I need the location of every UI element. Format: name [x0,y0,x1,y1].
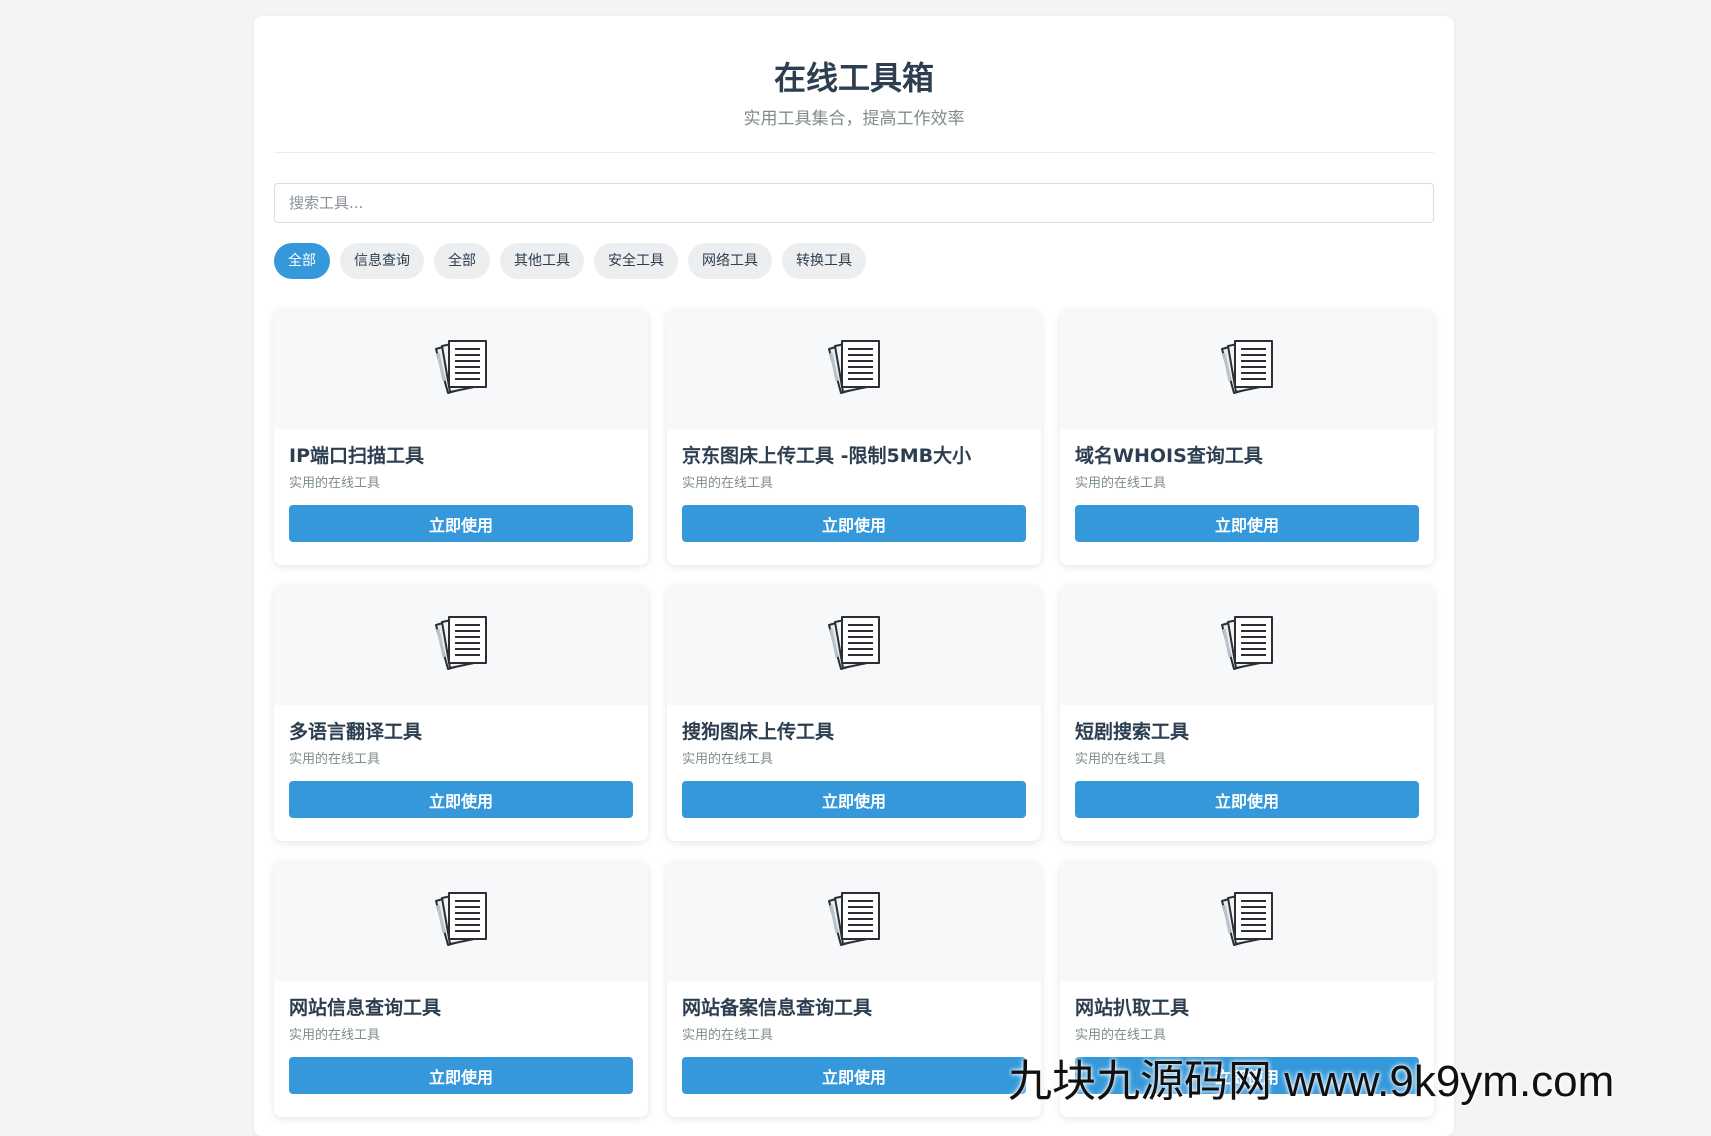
tool-card[interactable]: IP端口扫描工具 实用的在线工具 立即使用 [274,309,648,565]
card-thumbnail [274,861,648,981]
tool-title: 网站信息查询工具 [289,997,442,1019]
page-title: 在线工具箱 [773,59,934,97]
category-filters: 全部 信息查询 全部 其他工具 安全工具 网络工具 转换工具 [274,243,1434,279]
tool-card[interactable]: 搜狗图床上传工具 实用的在线工具 立即使用 [667,585,1041,841]
page-subtitle: 实用工具集合，提高工作效率 [743,109,965,129]
documents-icon [430,613,492,677]
card-body: 域名WHOIS查询工具 实用的在线工具 立即使用 [1060,429,1434,542]
main-container: 在线工具箱 实用工具集合，提高工作效率 全部信息查询全部其他工具安全工具网络工具… [254,16,1454,1136]
filter-chip[interactable]: 安全工具 [594,243,678,279]
tool-card[interactable]: 多语言翻译工具 实用的在线工具 立即使用 [274,585,648,841]
documents-icon [1216,337,1278,401]
documents-icon [823,613,885,677]
watermark: 九块九源码网 www.9k9ym.com [1008,1057,1615,1106]
card-body: 搜狗图床上传工具 实用的在线工具 立即使用 [667,705,1041,818]
tool-card[interactable]: 域名WHOIS查询工具 实用的在线工具 立即使用 [1060,309,1434,565]
tool-card[interactable]: 京东图床上传工具 -限制5MB大小 实用的在线工具 立即使用 [667,309,1041,565]
card-body: 网站备案信息查询工具 实用的在线工具 立即使用 [667,981,1041,1094]
use-now-button[interactable]: 立即使用 [1075,781,1419,818]
documents-icon [1216,889,1278,953]
search-input[interactable] [274,183,1434,223]
filter-chip[interactable]: 全部 [274,243,330,279]
card-thumbnail [667,585,1041,705]
card-body: 短剧搜索工具 实用的在线工具 立即使用 [1060,705,1434,818]
tool-title: 网站备案信息查询工具 [682,997,873,1019]
card-body: IP端口扫描工具 实用的在线工具 立即使用 [274,429,648,542]
documents-icon [823,337,885,401]
card-thumbnail [1060,861,1434,981]
card-thumbnail [1060,585,1434,705]
filter-chip[interactable]: 全部 [434,243,490,279]
tool-card[interactable]: 网站备案信息查询工具 实用的在线工具 立即使用 [667,861,1041,1117]
page-header: 在线工具箱 实用工具集合，提高工作效率 [274,16,1434,153]
tool-title: 网站扒取工具 [1075,997,1190,1019]
documents-icon [430,889,492,953]
tool-title: 短剧搜索工具 [1075,721,1190,743]
tool-title: 搜狗图床上传工具 [682,721,835,743]
tool-description: 实用的在线工具 [289,752,381,767]
tool-title: IP端口扫描工具 [289,445,424,467]
card-thumbnail [274,309,648,429]
tool-description: 实用的在线工具 [289,1028,381,1043]
tool-grid: IP端口扫描工具 实用的在线工具 立即使用 京东图床上传工具 -限制5MB大小 … [274,309,1434,1117]
tool-description: 实用的在线工具 [1075,476,1167,491]
use-now-button[interactable]: 立即使用 [682,1057,1026,1094]
tool-description: 实用的在线工具 [682,752,774,767]
card-body: 京东图床上传工具 -限制5MB大小 实用的在线工具 立即使用 [667,429,1041,542]
documents-icon [430,337,492,401]
use-now-button[interactable]: 立即使用 [682,781,1026,818]
tool-description: 实用的在线工具 [1075,1028,1167,1043]
use-now-button[interactable]: 立即使用 [289,781,633,818]
tool-description: 实用的在线工具 [682,1028,774,1043]
tool-title: 域名WHOIS查询工具 [1075,445,1263,467]
tool-title: 多语言翻译工具 [289,721,423,743]
use-now-button[interactable]: 立即使用 [289,1057,633,1094]
tool-title: 京东图床上传工具 -限制5MB大小 [682,445,972,467]
filter-chip[interactable]: 网络工具 [688,243,772,279]
documents-icon [1216,613,1278,677]
tool-description: 实用的在线工具 [289,476,381,491]
card-thumbnail [667,309,1041,429]
documents-icon [823,889,885,953]
tool-card[interactable]: 网站信息查询工具 实用的在线工具 立即使用 [274,861,648,1117]
filter-chip[interactable]: 信息查询 [340,243,424,279]
tool-description: 实用的在线工具 [682,476,774,491]
card-body: 网站信息查询工具 实用的在线工具 立即使用 [274,981,648,1094]
filter-chip[interactable]: 其他工具 [500,243,584,279]
filter-chip[interactable]: 转换工具 [782,243,866,279]
card-thumbnail [1060,309,1434,429]
card-thumbnail [274,585,648,705]
use-now-button[interactable]: 立即使用 [289,505,633,542]
card-body: 多语言翻译工具 实用的在线工具 立即使用 [274,705,648,818]
tool-description: 实用的在线工具 [1075,752,1167,767]
use-now-button[interactable]: 立即使用 [682,505,1026,542]
use-now-button[interactable]: 立即使用 [1075,505,1419,542]
tool-card[interactable]: 短剧搜索工具 实用的在线工具 立即使用 [1060,585,1434,841]
card-thumbnail [667,861,1041,981]
